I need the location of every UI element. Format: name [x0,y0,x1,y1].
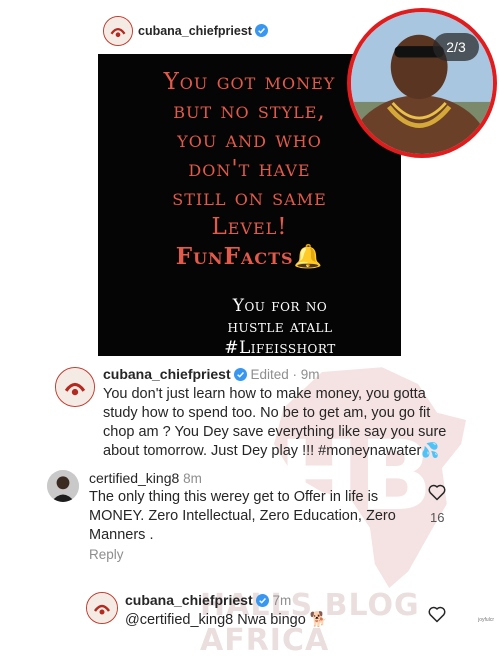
comment-text: @certified_king8 Nwa bingo 🐕 [125,611,425,630]
funfacts-text: FunFacts [175,243,294,270]
comment-avatar[interactable] [55,367,95,407]
heart-icon[interactable] [427,604,447,624]
verified-badge-icon [233,368,247,381]
quote-line: Level! [211,214,288,240]
quote-line: still on same [172,185,327,211]
username-text: cubana_chiefpriest [103,366,231,382]
comment-body: @certified_king8 Nwa bingo [125,612,306,628]
post-author-username[interactable]: cubana_chiefpriest [138,24,268,38]
like-count: 16 [430,510,445,525]
comment-meta: 7m [272,593,292,608]
comment-username[interactable]: cubana_chiefpriest 7m [125,592,291,608]
post-username-text: cubana_chiefpriest [138,24,252,38]
slide-counter: 2/3 [433,33,479,61]
comment-meta: 8m [183,471,202,486]
comment-username[interactable]: certified_king8 8m [89,470,202,486]
heart-icon[interactable] [427,482,447,502]
comment-avatar[interactable] [47,470,79,502]
dog-icon: 🐕 [309,612,328,628]
username-text: cubana_chiefpriest [125,592,253,608]
quote-line: don't have [188,156,311,182]
comment-body: You don't just learn how to make money, … [103,386,447,459]
comment-text: The only thing this werey get to Offer i… [89,489,396,543]
comment-username[interactable]: cubana_chiefpriest Edited · 9m [103,366,320,382]
post-author-avatar[interactable] [103,16,133,46]
comment-text: You don't just learn how to make money, … [103,385,463,461]
hustle-text: You for no hustle atall #Lifeisshort [210,296,350,359]
hustle-line: hustle atall [227,317,333,337]
username-text: certified_king8 [89,470,180,486]
droplets-icon: 💦 [421,443,440,459]
funfacts-line: FunFacts🔔 [98,242,401,271]
quote-line: you and who [177,127,322,153]
profile-photo-inset [347,8,497,158]
verified-badge-icon [254,24,268,37]
hustle-line: #Lifeisshort [224,338,336,358]
verified-badge-icon [255,594,269,607]
reply-button[interactable]: Reply [89,547,124,562]
comment-avatar[interactable] [86,592,118,624]
bell-icon: 🔔 [293,243,324,270]
hustle-line: You for no [232,296,328,316]
photo-credit: joyfulcr [478,617,494,623]
comment-meta: Edited · 9m [250,367,320,382]
